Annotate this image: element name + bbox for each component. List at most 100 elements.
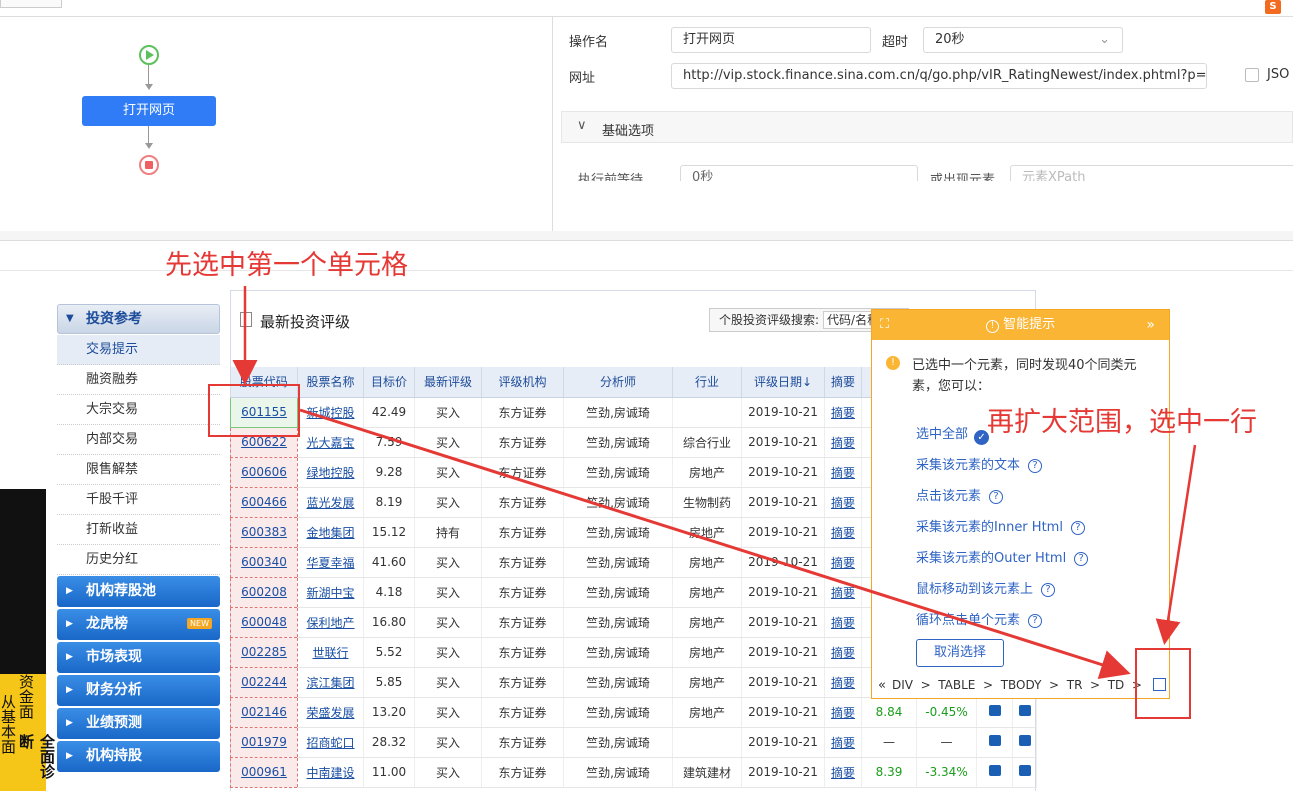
sidebar-item[interactable]: 内部交易 [57, 425, 220, 455]
list-icon[interactable] [1012, 757, 1037, 788]
breadcrumb-item[interactable]: TR [1067, 678, 1083, 692]
summary-link[interactable]: 摘要 [831, 406, 855, 420]
sidebar-item[interactable]: 大宗交易 [57, 395, 220, 425]
url-input[interactable]: http://vip.stock.finance.sina.com.cn/q/g… [671, 63, 1207, 89]
tip-action-link[interactable]: 点击该元素? [916, 485, 1004, 504]
stock-code-link[interactable]: 600622 [241, 435, 287, 449]
stock-code-link[interactable]: 002244 [241, 675, 287, 689]
flow-end-icon[interactable] [139, 155, 159, 175]
summary-link[interactable]: 摘要 [831, 526, 855, 540]
table-cell[interactable]: 000961 [230, 756, 298, 788]
stock-code-link[interactable]: 000961 [241, 765, 287, 779]
table-cell[interactable]: 摘要 [824, 757, 862, 788]
table-cell[interactable]: 摘要 [824, 727, 862, 758]
table-cell[interactable]: 摘要 [824, 697, 862, 728]
column-header[interactable]: 评级机构 [481, 367, 564, 398]
summary-link[interactable]: 摘要 [831, 496, 855, 510]
table-cell[interactable]: 蓝光发展 [297, 487, 364, 518]
column-header[interactable]: 行业 [672, 367, 742, 398]
list-icon[interactable] [1012, 697, 1037, 728]
toolbar-button[interactable] [0, 0, 62, 8]
tip-action-link[interactable]: 选中全部 ✓ [916, 423, 990, 445]
summary-link[interactable]: 摘要 [831, 736, 855, 750]
summary-link[interactable]: 摘要 [831, 586, 855, 600]
eye-icon[interactable] [988, 705, 1001, 716]
stock-code-link[interactable]: 001979 [241, 735, 287, 749]
panel-divider[interactable] [0, 231, 1293, 241]
summary-link[interactable]: 摘要 [831, 676, 855, 690]
sidebar-item[interactable]: 千股千评 [57, 485, 220, 515]
tip-action-link[interactable]: 采集该元素的Outer Html? [916, 547, 1089, 566]
table-cell[interactable]: 摘要 [824, 517, 862, 548]
stock-name-link[interactable]: 绿地控股 [306, 466, 354, 480]
sidebar-item[interactable]: 限售解禁 [57, 455, 220, 485]
table-cell[interactable]: 滨江集团 [297, 667, 364, 698]
tip-action-link[interactable]: 采集该元素的文本? [916, 454, 1043, 473]
table-row[interactable]: 002146 荣盛发展 13.20 买入 东方证券 竺劲,房诚琦 房地产 2019-10-21… [230, 696, 1037, 728]
summary-link[interactable]: 摘要 [831, 706, 855, 720]
help-icon[interactable]: ? [989, 490, 1004, 504]
breadcrumb-item[interactable]: TBODY [1001, 678, 1042, 692]
tip-action-link[interactable]: 鼠标移动到该元素上? [916, 578, 1056, 597]
stock-code-link[interactable]: 600048 [241, 615, 287, 629]
tip-action-link[interactable]: 采集该元素的Inner Html? [916, 516, 1085, 535]
expand-icon[interactable]: ⛶ [880, 310, 889, 340]
breadcrumb-item[interactable]: DIV [892, 678, 913, 692]
sidebar-section[interactable]: 市场表现 [57, 642, 220, 673]
double-left-icon[interactable]: « [878, 678, 886, 693]
flow-node-open-page[interactable]: 打开网页 [82, 96, 216, 126]
table-cell[interactable]: 荣盛发展 [297, 697, 364, 728]
table-cell[interactable]: 摘要 [824, 577, 862, 608]
summary-link[interactable]: 摘要 [831, 766, 855, 780]
sidebar-item[interactable]: 历史分红 [57, 545, 220, 575]
breadcrumb-item[interactable]: TD [1108, 678, 1125, 692]
stock-name-link[interactable]: 金地集团 [306, 526, 354, 540]
list-icon[interactable] [1018, 705, 1031, 716]
table-cell[interactable]: 摘要 [824, 667, 862, 698]
table-cell[interactable]: 光大嘉宝 [297, 427, 364, 458]
help-icon[interactable]: ? [1070, 521, 1085, 535]
stock-code-link[interactable]: 002146 [241, 705, 287, 719]
basic-options-section[interactable]: ∨ 基础选项 [561, 111, 1293, 143]
sidebar-section[interactable]: 龙虎榜 NEW [57, 609, 220, 640]
table-cell[interactable]: 002244 [230, 666, 298, 698]
table-cell[interactable]: 摘要 [824, 457, 862, 488]
table-row[interactable]: 000961 中南建设 11.00 买入 东方证券 竺劲,房诚琦 建筑建材 2019-10-2… [230, 756, 1037, 788]
table-cell[interactable]: 002285 [230, 636, 298, 668]
eye-icon[interactable] [976, 727, 1013, 758]
eye-icon[interactable] [976, 697, 1013, 728]
ad-banner[interactable]: 从基本面 资金面 全面诊断 [0, 489, 56, 791]
summary-link[interactable]: 摘要 [831, 436, 855, 450]
column-header[interactable]: 目标价 [363, 367, 415, 398]
table-cell[interactable]: 600208 [230, 576, 298, 608]
stock-name-link[interactable]: 世联行 [312, 646, 348, 660]
breadcrumb-item[interactable]: TABLE [938, 678, 975, 692]
sidebar-item[interactable]: 打新收益 [57, 515, 220, 545]
table-cell[interactable]: 新城控股 [297, 397, 364, 428]
column-header[interactable]: 最新评级 [414, 367, 482, 398]
table-cell[interactable]: 001979 [230, 726, 298, 758]
tip-action-link[interactable]: 循环点击单个元素? [916, 609, 1043, 628]
stock-code-link[interactable]: 600208 [241, 585, 287, 599]
table-cell[interactable]: 600383 [230, 516, 298, 548]
eye-icon[interactable] [976, 757, 1013, 788]
table-cell[interactable]: 新湖中宝 [297, 577, 364, 608]
table-cell[interactable]: 摘要 [824, 547, 862, 578]
table-cell[interactable]: 600048 [230, 606, 298, 638]
table-cell[interactable]: 招商蛇口 [297, 727, 364, 758]
help-icon[interactable]: ? [1028, 459, 1043, 473]
column-header[interactable]: 评级日期↓ [741, 367, 825, 398]
stock-name-link[interactable]: 蓝光发展 [306, 496, 354, 510]
stock-name-link[interactable]: 荣盛发展 [306, 706, 354, 720]
stock-name-link[interactable]: 新湖中宝 [306, 586, 354, 600]
stock-name-link[interactable]: 中南建设 [306, 766, 354, 780]
stock-code-link[interactable]: 600606 [241, 465, 287, 479]
sidebar-item[interactable]: 融资融券 [57, 365, 220, 395]
stock-code-link[interactable]: 002285 [241, 645, 287, 659]
table-cell[interactable]: 摘要 [824, 427, 862, 458]
summary-link[interactable]: 摘要 [831, 616, 855, 630]
table-cell[interactable]: 世联行 [297, 637, 364, 668]
sidebar-section[interactable]: 机构荐股池 [57, 576, 220, 607]
table-cell[interactable]: 绿地控股 [297, 457, 364, 488]
stock-name-link[interactable]: 滨江集团 [306, 676, 354, 690]
